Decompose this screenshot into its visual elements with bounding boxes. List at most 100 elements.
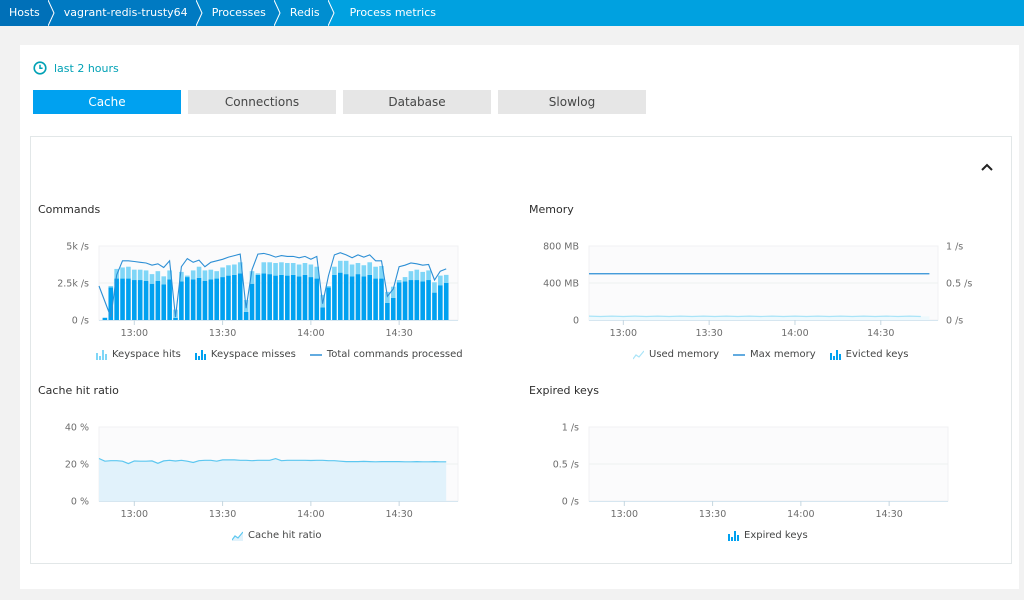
chevron-up-icon[interactable] [979,159,995,175]
bar-keyspace-misses [385,302,390,320]
y-tick-label: 5k /s [66,242,89,253]
bar-keyspace-hits [302,263,308,275]
y2-tick-label: 1 /s [946,242,963,253]
bar-keyspace-hits [420,271,425,282]
bar-keyspace-misses [326,287,331,320]
bar-keyspace-hits [373,266,378,279]
breadcrumb-redis[interactable]: Redis [279,0,340,26]
line-icon [733,353,745,356]
bar-keyspace-misses [120,278,125,320]
bar-keyspace-misses [126,278,131,320]
bar-keyspace-misses [196,277,202,320]
x-tick-label: 13:30 [699,509,726,520]
bar-keyspace-hits [196,266,202,278]
y-tick-label: 2.5k /s [57,279,89,290]
x-tick-label: 14:00 [297,328,324,339]
legend-label: Keyspace misses [210,349,296,360]
breadcrumb-hosts[interactable]: Hosts [0,0,60,26]
bar-keyspace-hits [126,266,131,279]
bar-keyspace-misses [208,279,214,320]
area-chart-icon [232,531,243,541]
chart-title-memory: Memory [529,203,574,216]
x-tick-label: 13:00 [121,328,148,339]
legend-used-memory[interactable]: Used memory [633,349,719,360]
x-tick-label: 14:00 [787,509,814,520]
breadcrumb-separator-icon [195,0,208,26]
bar-keyspace-hits [161,276,167,285]
process-metrics-card: last 2 hours Cache Connections Database … [20,45,1019,589]
bar-keyspace-misses [279,274,284,320]
y-tick-label: 20 % [65,460,89,471]
tab-slowlog[interactable]: Slowlog [498,90,646,114]
bar-keyspace-misses [337,272,343,320]
bar-keyspace-misses [343,274,349,320]
y-tick-label: 400 MB [543,279,579,290]
bar-keyspace-hits [367,262,373,275]
legend-evicted-keys[interactable]: Evicted keys [829,349,909,360]
bar-keyspace-hits [149,274,155,284]
tab-connections[interactable]: Connections [188,90,336,114]
breadcrumb-process-metrics: Process metrics [333,0,1024,26]
bar-keyspace-misses [355,274,361,320]
y-tick-label: 0 [573,316,579,327]
legend-max-memory[interactable]: Max memory [733,349,816,360]
bar-keyspace-hits [396,280,402,283]
x-tick-label: 13:00 [610,328,637,339]
bar-keyspace-hits [279,262,284,275]
bar-keyspace-misses [426,280,431,320]
bar-chart-icon [829,349,841,360]
bar-keyspace-misses [161,284,167,320]
legend-keyspace-misses[interactable]: Keyspace misses [194,349,296,360]
breadcrumb-processes[interactable]: Processes [201,0,286,26]
x-tick-label: 13:30 [209,509,236,520]
legend-label: Evicted keys [845,349,909,360]
y-tick-label: 1 /s [562,423,579,434]
legend-total-commands[interactable]: Total commands processed [309,349,463,360]
expired-keys-chart: 0 /s 0.5 /s 1 /s 13:00 13:30 14:00 14:30 [553,423,949,520]
bar-keyspace-hits [443,274,449,283]
tab-database[interactable]: Database [343,90,491,114]
tab-cache[interactable]: Cache [33,90,181,114]
bar-keyspace-misses [308,277,314,320]
bar-keyspace-hits [202,270,208,281]
bar-keyspace-hits [332,266,337,275]
bar-keyspace-hits [349,264,355,277]
bar-keyspace-misses [396,282,402,320]
memory-legend: Used memory Max memory Evicted keys [633,349,908,360]
bar-keyspace-hits [214,271,220,279]
y-tick-label: 0 /s [72,316,89,327]
bar-keyspace-misses [273,275,278,320]
bar-keyspace-misses [190,279,196,320]
legend-expired-keys[interactable]: Expired keys [728,530,808,541]
y-tick-label: 800 MB [543,242,579,253]
x-tick-label: 13:30 [209,328,236,339]
legend-keyspace-hits[interactable]: Keyspace hits [96,349,181,360]
x-tick-label: 14:30 [385,328,412,339]
chart-title-expired-keys: Expired keys [529,384,600,397]
bar-chart-icon [96,349,107,360]
bar-keyspace-misses [179,281,184,320]
bar-keyspace-misses [237,273,243,320]
commands-chart: 0 /s 2.5k /s 5k /s 13:00 13:30 14:00 14:30 [57,242,459,339]
bar-keyspace-misses [143,280,149,320]
memory-chart: 0 400 MB 800 MB 0 /s 0.5 /s 1 /s 13:00 13:30 14:… [543,242,972,340]
x-tick-label: 14:00 [781,328,808,339]
bar-keyspace-misses [132,280,137,320]
y-tick-label: 40 % [65,423,89,434]
y2-tick-label: 0.5 /s [946,279,972,290]
bar-keyspace-misses [390,297,396,320]
bar-keyspace-hits [267,262,272,275]
bar-keyspace-misses [320,307,325,320]
breadcrumb-host[interactable]: vagrant-redis-trusty64 [53,0,208,26]
bar-keyspace-misses [184,277,190,320]
bar-keyspace-misses [443,283,449,320]
timeframe-selector[interactable]: last 2 hours [33,61,119,75]
y2-tick-label: 0 /s [946,316,963,327]
bar-keyspace-hits [438,275,443,286]
breadcrumb-label: Hosts [9,6,40,19]
line-icon [309,353,322,356]
metric-tabs: Cache Connections Database Slowlog [33,90,653,114]
bar-keyspace-hits [184,275,190,278]
legend-cache-hit-ratio[interactable]: Cache hit ratio [232,530,322,541]
cache-hit-ratio-chart: 0 % 20 % 40 % 13:00 13:30 14:00 14:30 [65,423,459,520]
